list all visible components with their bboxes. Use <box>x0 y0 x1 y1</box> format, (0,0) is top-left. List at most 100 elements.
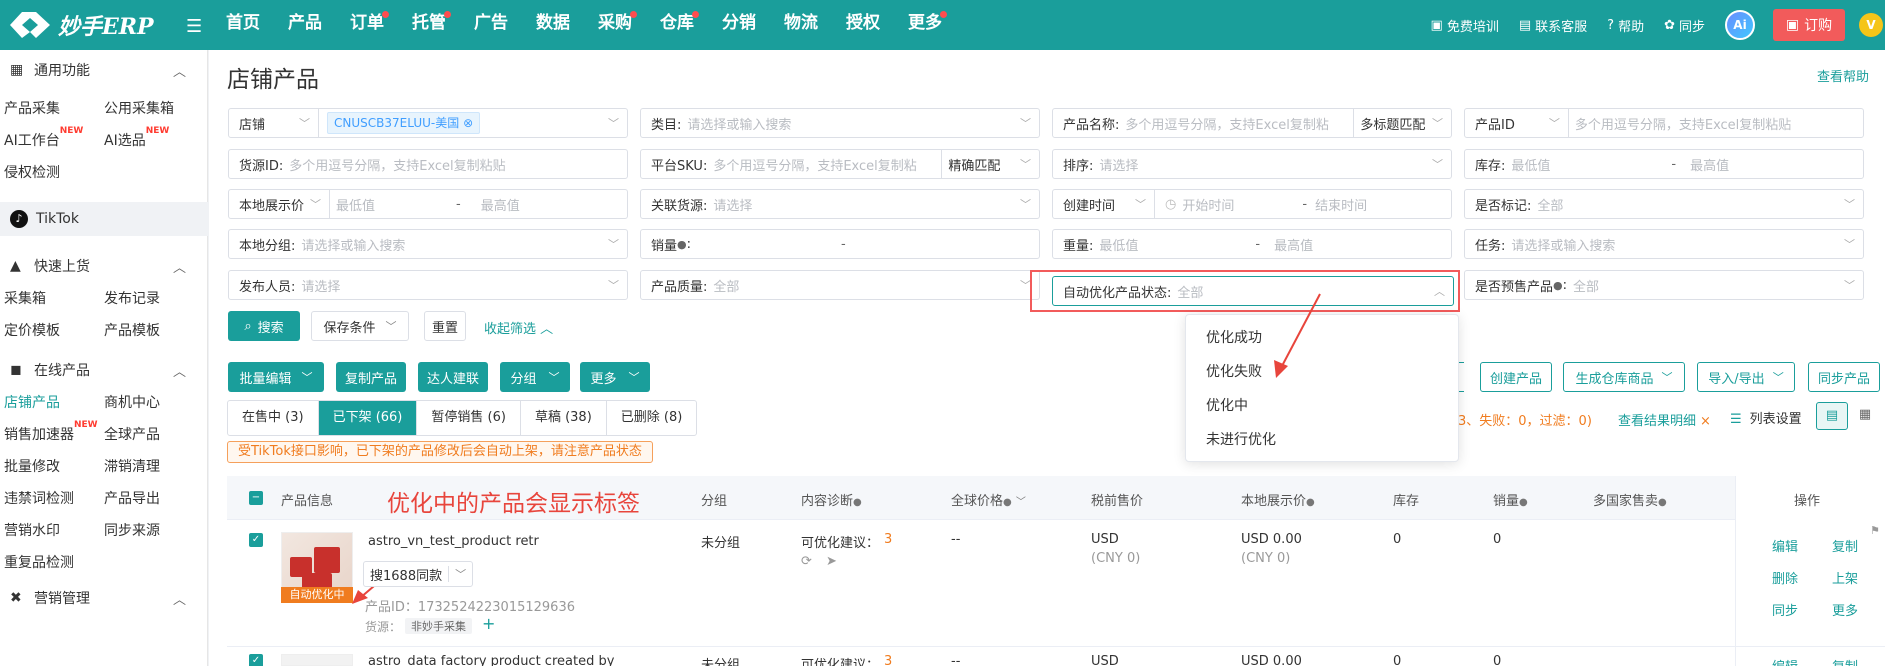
sidebar-item-publish-record[interactable]: 发布记录 <box>104 288 160 308</box>
nav-item-products[interactable]: 产品 <box>274 0 336 50</box>
logo[interactable]: 妙手ERP <box>8 7 180 43</box>
product-id-field[interactable]: 产品ID ﹀ 多个用逗号分隔，支持Excel复制粘贴 <box>1464 108 1864 138</box>
sidebar-item-merchant-center[interactable]: 商机中心 <box>104 392 160 412</box>
source-id-field[interactable]: 货源ID: 多个用逗号分隔，支持Excel复制粘贴 <box>228 149 628 179</box>
collapse-filter-link[interactable]: 收起筛选 ︿ <box>484 318 553 337</box>
sidebar-section-online-products[interactable]: ◼ 在线产品 ︿ <box>0 352 208 388</box>
price-min-input[interactable]: 最低值 <box>336 195 456 214</box>
more-button[interactable]: 更多 ﹀ <box>580 362 650 392</box>
nav-item-orders[interactable]: 订单 <box>336 0 398 50</box>
option-not-optimized[interactable]: 未进行优化 <box>1206 429 1276 449</box>
option-optimize-success[interactable]: 优化成功 <box>1206 327 1262 347</box>
sort-select[interactable]: 排序: 请选择 ﹀ <box>1052 149 1452 179</box>
reset-button[interactable]: 重置 <box>424 311 466 341</box>
sync-link[interactable]: ✿ 同步 <box>1664 16 1705 35</box>
influencer-button[interactable]: 达人建联 <box>418 362 488 392</box>
store-tag[interactable]: CNUSCB37ELUU-美国 ⊗ <box>327 112 481 134</box>
sidebar-item-product-export[interactable]: 产品导出 <box>104 488 160 508</box>
sidebar-item-product-template[interactable]: 产品模板 <box>104 320 160 340</box>
sidebar-item-marketing-watermark[interactable]: 营销水印 <box>4 520 60 540</box>
help-link[interactable]: 查看帮助 <box>1817 66 1869 85</box>
col-global-price[interactable]: 全球价格● ﹀ <box>951 490 1026 509</box>
help-link[interactable]: ? 帮助 <box>1607 16 1644 35</box>
product-thumbnail[interactable] <box>281 654 353 666</box>
group-button[interactable]: 分组 ﹀ <box>500 362 570 392</box>
grid-view-icon[interactable]: ▦ <box>1850 402 1880 430</box>
nav-item-distribution[interactable]: 分销 <box>708 0 770 50</box>
result-detail-link[interactable]: 查看结果明细 × <box>1618 410 1711 429</box>
nav-item-ads[interactable]: 广告 <box>460 0 522 50</box>
weight-max-input[interactable]: 最高值 <box>1274 235 1313 254</box>
sidebar-item-tiktok[interactable]: ♪ TikTok <box>0 202 208 236</box>
import-export-button[interactable]: 导入/导出 ﹀ <box>1697 362 1795 392</box>
order-button[interactable]: ▣ 订购 <box>1773 9 1845 41</box>
store-select[interactable]: 店铺 ﹀ CNUSCB37ELUU-美国 ⊗ ﹀ <box>228 108 628 138</box>
quality-select[interactable]: 产品质量: 全部 ﹀ <box>640 270 1040 300</box>
tab-paused[interactable]: 暂停销售 (6) <box>417 401 521 435</box>
menu-toggle-icon[interactable]: ☰ <box>186 16 202 37</box>
nav-item-logistics[interactable]: 物流 <box>770 0 832 50</box>
diagnosis-count[interactable]: 3 <box>884 532 892 547</box>
nav-item-more[interactable]: 更多 <box>894 0 956 50</box>
sidebar-item-collect[interactable]: 产品采集 <box>4 98 60 118</box>
stock-max-input[interactable]: 最高值 <box>1690 155 1729 174</box>
select-all-checkbox[interactable]: − <box>249 491 263 505</box>
sidebar-item-sales-accelerator[interactable]: 销售加速器NEW <box>4 420 98 444</box>
weight-min-input[interactable]: 最低值 <box>1099 235 1255 254</box>
product-title[interactable]: astro_data factory product created by <box>368 654 614 666</box>
nav-item-warehouse[interactable]: 仓库 <box>646 0 708 50</box>
option-optimizing[interactable]: 优化中 <box>1206 395 1248 415</box>
create-product-button[interactable]: 创建产品 <box>1480 362 1552 392</box>
presale-select[interactable]: 是否预售产品 ●: 全部 ﹀ <box>1464 270 1864 300</box>
nav-item-data[interactable]: 数据 <box>522 0 584 50</box>
local-group-select[interactable]: 本地分组: 请选择或输入搜索 ﹀ <box>228 229 628 259</box>
task-select[interactable]: 任务: 请选择或输入搜索 ﹀ <box>1464 229 1864 259</box>
sidebar-item-public-box[interactable]: 公用采集箱 <box>104 98 174 118</box>
refresh-icon[interactable]: ⟳ <box>801 554 812 569</box>
sidebar-section-quick-publish[interactable]: ▲ 快速上货 ︿ <box>0 248 208 284</box>
sidebar-item-ai-select[interactable]: AI选品NEW <box>104 126 169 150</box>
column-settings-button[interactable]: ☰ 列表设置 <box>1730 408 1802 427</box>
sidebar-item-sync-source[interactable]: 同步来源 <box>104 520 160 540</box>
batch-edit-button[interactable]: 批量编辑 ﹀ <box>228 362 324 392</box>
related-source-select[interactable]: 关联货源: 请选择 ﹀ <box>640 189 1040 219</box>
list-link[interactable]: 上架 <box>1832 568 1858 587</box>
training-link[interactable]: ▣ 免费培训 <box>1431 16 1499 35</box>
sidebar-item-forbidden-words[interactable]: 违禁词检测 <box>4 488 74 508</box>
weight-range[interactable]: 重量: 最低值 - 最高值 <box>1052 229 1452 259</box>
tab-deleted[interactable]: 已删除 (8) <box>607 401 697 435</box>
sku-field[interactable]: 平台SKU: 多个用逗号分隔，支持Excel复制粘 精确匹配 ﹀ <box>640 149 1040 179</box>
sidebar-item-pricing-template[interactable]: 定价模板 <box>4 320 60 340</box>
start-time-input[interactable]: 开始时间 <box>1182 195 1302 214</box>
product-name-field[interactable]: 产品名称: 多个用逗号分隔，支持Excel复制粘 多标题匹配 ﹀ <box>1052 108 1452 138</box>
close-icon[interactable]: ⊗ <box>463 116 473 130</box>
copy-link[interactable]: 复制 <box>1832 656 1858 666</box>
tab-delisted[interactable]: 已下架 (66) <box>318 401 418 435</box>
sidebar-item-batch-modify[interactable]: 批量修改 <box>4 456 60 476</box>
sku-match-select[interactable]: 精确匹配 <box>942 155 1000 174</box>
end-time-input[interactable]: 结束时间 <box>1315 195 1367 214</box>
diagnosis-count[interactable]: 3 <box>884 654 892 666</box>
sync-product-button[interactable]: 同步产品 <box>1808 362 1880 392</box>
vip-badge[interactable]: V <box>1859 13 1883 37</box>
generate-warehouse-button[interactable]: 生成仓库商品 ﹀ <box>1563 362 1685 392</box>
name-match-select[interactable]: 多标题匹配 <box>1354 114 1425 133</box>
stock-range[interactable]: 库存: 最低值 - 最高值 <box>1464 149 1864 179</box>
tab-draft[interactable]: 草稿 (38) <box>521 401 607 435</box>
nav-item-home[interactable]: 首页 <box>212 0 274 50</box>
nav-item-hosting[interactable]: 托管 <box>398 0 460 50</box>
support-link[interactable]: ▤ 联系客服 <box>1519 16 1587 35</box>
edit-link[interactable]: 编辑 <box>1772 536 1798 555</box>
sidebar-section-marketing[interactable]: ✖ 营销管理 ︿ <box>0 580 208 616</box>
tab-on-sale[interactable]: 在售中 (3) <box>228 401 319 435</box>
publisher-select[interactable]: 发布人员: 请选择 ﹀ <box>228 270 628 300</box>
sidebar-section-general[interactable]: ▦ 通用功能 ︿ <box>0 52 208 88</box>
local-price-range[interactable]: 本地展示价 ﹀ 最低值 - 最高值 <box>228 189 628 219</box>
more-link[interactable]: 更多 <box>1832 600 1858 619</box>
delete-link[interactable]: 删除 <box>1772 568 1798 587</box>
add-source-icon[interactable]: + <box>482 614 495 633</box>
save-condition-button[interactable]: 保存条件 ﹀ <box>311 311 409 341</box>
list-view-icon[interactable]: ▤ <box>1816 402 1848 430</box>
ai-assistant-button[interactable]: Ai <box>1725 10 1755 40</box>
sidebar-item-global-products[interactable]: 全球产品 <box>104 424 160 444</box>
